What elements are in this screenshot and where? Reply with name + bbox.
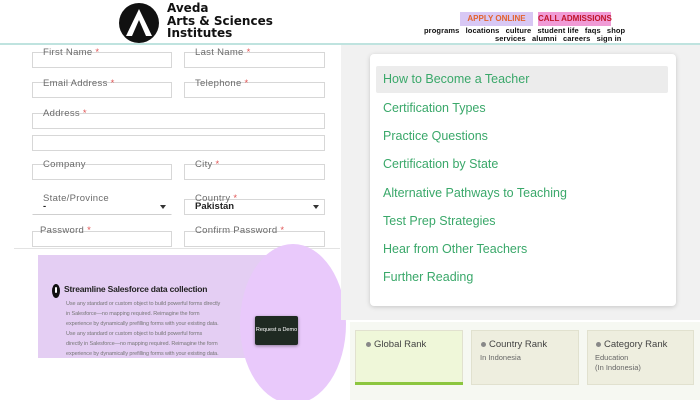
password-label: Password * — [40, 225, 92, 236]
country-rank-title: Country Rank — [489, 339, 548, 350]
chevron-down-icon — [160, 205, 166, 209]
first-name-label: First Name * — [43, 47, 100, 58]
email-label: Email Address * — [43, 78, 115, 89]
request-demo-button[interactable]: Request a Demo — [255, 316, 298, 345]
category-rank-subtitle: Education — [595, 353, 629, 362]
country-rank-subtitle: In Indonesia — [480, 353, 521, 362]
info-icon — [52, 284, 60, 298]
header-divider — [0, 43, 700, 45]
menu-item-how-to-become-a-teacher[interactable]: How to Become a Teacher — [376, 66, 668, 93]
promo-title: Streamline Salesforce data collection — [64, 284, 208, 294]
menu-item-certification-types[interactable]: Certification Types — [376, 95, 668, 122]
brand-line-1: Aveda — [167, 1, 209, 15]
brand-wordmark[interactable]: Aveda Arts & Sciences Institutes — [167, 2, 273, 40]
promo-body-line: directly in Salesforce—no mapping requir… — [66, 341, 218, 347]
promo-body-line: Use any standard or custom object to bui… — [66, 301, 221, 307]
telephone-label: Telephone * — [195, 78, 249, 89]
active-tab-indicator — [355, 382, 463, 385]
global-rank-title: Global Rank — [374, 339, 427, 350]
category-rank-subtitle-region: (In Indonesia) — [595, 363, 641, 372]
apply-online-button[interactable]: APPLY ONLINE — [460, 12, 533, 26]
category-rank-title: Category Rank — [604, 339, 668, 350]
secondary-nav: services alumni careers sign in — [495, 34, 625, 43]
globe-icon — [366, 342, 371, 347]
address-line-2-input[interactable] — [32, 135, 325, 151]
nav-link-sign-in[interactable]: sign in — [597, 34, 622, 43]
address-label: Address * — [43, 108, 87, 119]
menu-item-alternative-pathways[interactable]: Alternative Pathways to Teaching — [376, 180, 668, 207]
teacher-resources-menu: How to Become a Teacher Certification Ty… — [370, 54, 676, 306]
city-label: City * — [195, 159, 220, 170]
promo-body-line: Use any standard or custom object to bui… — [66, 331, 203, 337]
menu-item-further-reading[interactable]: Further Reading — [376, 264, 668, 291]
nav-link-alumni[interactable]: alumni — [532, 34, 557, 43]
chevron-down-icon — [313, 205, 319, 209]
flag-icon — [481, 342, 486, 347]
menu-item-hear-from-other-teachers[interactable]: Hear from Other Teachers — [376, 236, 668, 263]
nav-link-careers[interactable]: careers — [563, 34, 590, 43]
menu-item-test-prep-strategies[interactable]: Test Prep Strategies — [376, 208, 668, 235]
promo-body-line: experience by dynamically prefilling for… — [66, 321, 219, 327]
promo-body-line: in Salesforce—no mapping required. Reima… — [66, 311, 200, 317]
nav-link-programs[interactable]: programs — [424, 26, 459, 35]
category-icon — [596, 342, 601, 347]
promo-body-line: experience by dynamically prefilling for… — [66, 351, 219, 357]
brand-line-3: Institutes — [167, 26, 233, 40]
country-label: Country * — [195, 193, 238, 204]
menu-item-certification-by-state[interactable]: Certification by State — [376, 151, 668, 178]
last-name-label: Last Name * — [195, 47, 251, 58]
state-label: State/Province — [43, 193, 109, 204]
company-label: Company — [43, 159, 86, 170]
site-header: Aveda Arts & Sciences Institutes APPLY O… — [0, 0, 700, 45]
call-admissions-button[interactable]: CALL ADMISSIONS — [538, 12, 612, 26]
nav-link-services[interactable]: services — [495, 34, 526, 43]
menu-item-practice-questions[interactable]: Practice Questions — [376, 123, 668, 150]
confirm-password-label: Confirm Password * — [195, 225, 285, 236]
aveda-logo-icon[interactable] — [119, 3, 159, 43]
